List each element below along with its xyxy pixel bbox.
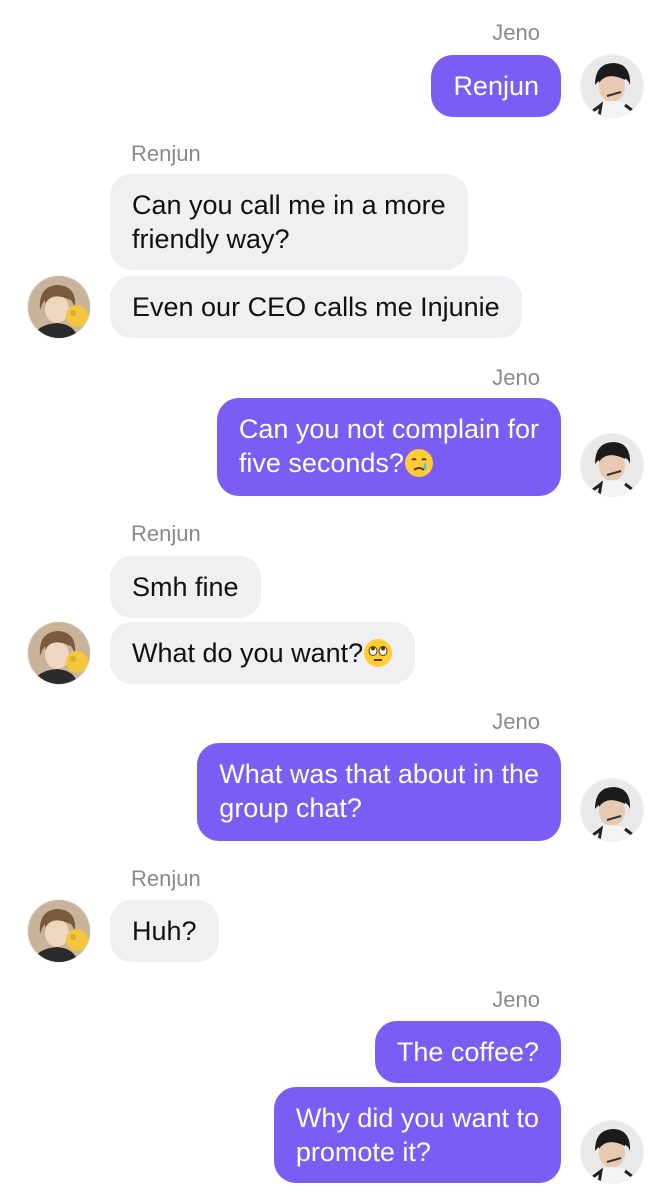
sender-name: Jeno [492,365,540,390]
message-text: Renjun [453,71,539,101]
avatar-jeno[interactable] [581,1121,643,1183]
crying-face-emoji-icon [404,448,434,478]
person-photo-icon [28,276,90,338]
person-photo-icon [581,434,643,496]
message-text: Smh fine [132,572,239,602]
avatar-renjun[interactable] [28,622,90,684]
message-text: Huh? [132,916,197,946]
avatar-renjun[interactable] [28,900,90,962]
message-bubble-outgoing[interactable]: The coffee? [374,1021,561,1083]
message-text-line: friendly way? [132,224,290,254]
sender-name: Renjun [131,866,201,891]
message-text-line: What was that about in the [219,759,539,789]
avatar-jeno[interactable] [581,434,643,496]
message-text-line: Why did you want to [295,1103,539,1133]
message-bubble-incoming[interactable]: Smh fine [110,556,261,618]
person-photo-icon [581,1121,643,1183]
sender-name: Renjun [131,141,201,166]
message-text: The coffee? [396,1037,539,1067]
message-bubble-incoming[interactable]: Can you call me in a more friendly way? [110,174,468,270]
message-bubble-incoming[interactable]: Even our CEO calls me Injunie [110,276,522,338]
avatar-jeno[interactable] [581,779,643,841]
eye-roll-face-emoji-icon [363,638,393,668]
message-bubble-outgoing[interactable]: Why did you want to promote it? [273,1087,561,1183]
sender-name: Jeno [492,20,540,45]
message-text-line: five seconds? [238,448,404,478]
person-photo-icon [28,622,90,684]
message-bubble-outgoing[interactable]: Renjun [431,55,561,117]
person-photo-icon [28,900,90,962]
person-photo-icon [581,55,643,117]
message-bubble-outgoing[interactable]: What was that about in the group chat? [197,743,561,841]
message-text-line: group chat? [219,793,362,823]
message-text-line: Can you not complain for [238,414,539,444]
message-bubble-incoming[interactable]: Huh? [110,900,219,962]
message-bubble-incoming[interactable]: What do you want? [110,622,416,684]
message-text: Even our CEO calls me Injunie [132,292,500,322]
sender-name: Jeno [492,709,540,734]
message-bubble-outgoing[interactable]: Can you not complain for five seconds? [216,398,561,496]
avatar-renjun[interactable] [28,276,90,338]
message-text-line: Can you call me in a more [132,190,446,220]
person-photo-icon [581,779,643,841]
sender-name: Renjun [131,521,201,546]
message-text: What do you want? [132,638,364,668]
message-text-line: promote it? [295,1137,431,1167]
avatar-jeno[interactable] [581,55,643,117]
sender-name: Jeno [492,987,540,1012]
